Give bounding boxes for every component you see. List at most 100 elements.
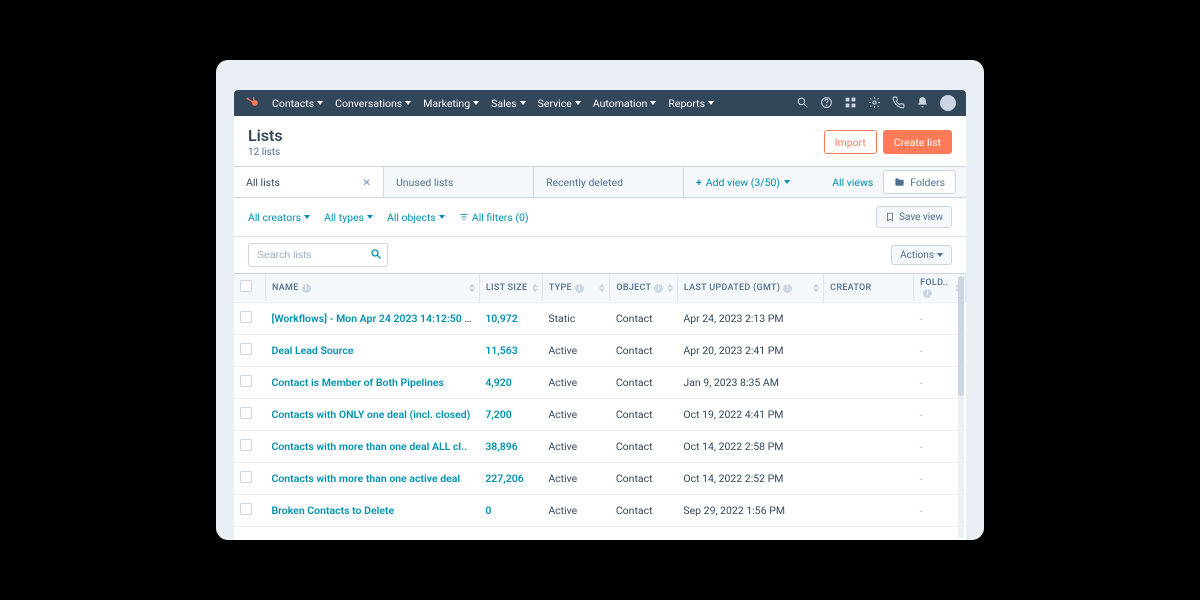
list-creator xyxy=(824,366,914,398)
chevron-down-icon xyxy=(708,101,714,105)
all-views-link[interactable]: All views xyxy=(832,176,873,189)
column-object[interactable]: OBJECTi xyxy=(610,274,678,302)
filter-creators[interactable]: All creators xyxy=(248,211,310,224)
list-creator xyxy=(824,494,914,526)
scrollbar-thumb[interactable] xyxy=(958,276,964,396)
row-checkbox[interactable] xyxy=(240,311,252,323)
info-icon: i xyxy=(923,289,932,298)
row-checkbox[interactable] xyxy=(240,439,252,451)
select-all-checkbox[interactable] xyxy=(240,280,252,292)
settings-icon[interactable] xyxy=(868,96,882,110)
table-row: Contacts with more than one active deal2… xyxy=(234,462,966,494)
tab-unused-lists[interactable]: Unused lists xyxy=(384,167,534,197)
close-icon[interactable]: ✕ xyxy=(350,176,371,189)
nav-reports[interactable]: Reports xyxy=(668,97,714,110)
page-subtitle: 12 lists xyxy=(248,147,283,158)
search-icon[interactable] xyxy=(370,248,382,260)
nav-service[interactable]: Service xyxy=(538,97,581,110)
list-object: Contact xyxy=(610,462,678,494)
chevron-down-icon xyxy=(405,101,411,105)
sort-icon xyxy=(599,283,605,292)
phone-icon[interactable] xyxy=(892,96,906,110)
page-title: Lists xyxy=(248,126,283,145)
row-checkbox[interactable] xyxy=(240,503,252,515)
filters-row: All creators All types All objects All f… xyxy=(234,198,966,237)
notification-bell-icon[interactable] xyxy=(916,96,930,110)
tab-label: All lists xyxy=(246,176,280,189)
list-size: 38,896 xyxy=(479,430,542,462)
table-row: Contact is Member of Both Pipelines4,920… xyxy=(234,366,966,398)
list-type: Active xyxy=(542,462,610,494)
help-icon[interactable] xyxy=(820,96,834,110)
table-row: [Workflows] - Mon Apr 24 2023 14:12:50 G… xyxy=(234,302,966,334)
import-button[interactable]: Import xyxy=(824,130,877,154)
column-updated[interactable]: LAST UPDATED (GMT)i xyxy=(677,274,823,302)
tab-label: Recently deleted xyxy=(546,176,623,189)
folders-label: Folders xyxy=(910,176,945,189)
chevron-down-icon xyxy=(784,180,790,184)
info-icon: i xyxy=(302,284,311,293)
marketplace-icon[interactable] xyxy=(844,96,858,110)
info-icon: i xyxy=(575,284,584,293)
filter-types[interactable]: All types xyxy=(324,211,373,224)
chevron-down-icon xyxy=(367,215,373,219)
list-size: 0 xyxy=(479,494,542,526)
nav-conversations[interactable]: Conversations xyxy=(335,97,411,110)
column-name[interactable]: NAMEi xyxy=(266,274,480,302)
list-type: Active xyxy=(542,398,610,430)
list-name-link[interactable]: Contacts with ONLY one deal (incl. close… xyxy=(272,408,471,421)
list-updated: Oct 14, 2022 2:58 PM xyxy=(677,430,823,462)
tab-all-lists[interactable]: All lists ✕ xyxy=(234,167,384,197)
chevron-down-icon xyxy=(473,101,479,105)
column-creator[interactable]: CREATOR xyxy=(824,274,914,302)
search-input[interactable] xyxy=(248,243,388,267)
column-type[interactable]: TYPEi xyxy=(542,274,610,302)
list-size: 11,563 xyxy=(479,334,542,366)
filter-all-filters[interactable]: All filters (0) xyxy=(459,211,529,224)
list-type: Active xyxy=(542,430,610,462)
row-checkbox[interactable] xyxy=(240,471,252,483)
bookmark-icon xyxy=(885,212,895,222)
list-object: Contact xyxy=(610,366,678,398)
list-name-link[interactable]: Contact is Member of Both Pipelines xyxy=(272,376,444,389)
chevron-down-icon xyxy=(520,101,526,105)
tab-recently-deleted[interactable]: Recently deleted xyxy=(534,167,684,197)
row-checkbox[interactable] xyxy=(240,343,252,355)
save-view-button[interactable]: Save view xyxy=(876,206,952,228)
scrollbar[interactable] xyxy=(958,276,964,538)
actions-dropdown[interactable]: Actions xyxy=(891,245,952,265)
row-checkbox[interactable] xyxy=(240,375,252,387)
list-name-link[interactable]: Broken Contacts to Delete xyxy=(272,504,395,517)
list-creator xyxy=(824,334,914,366)
list-type: Static xyxy=(542,302,610,334)
list-creator xyxy=(824,302,914,334)
search-icon[interactable] xyxy=(796,96,810,110)
chevron-down-icon xyxy=(575,101,581,105)
create-list-button[interactable]: Create list xyxy=(883,130,952,154)
list-size: 10,972 xyxy=(479,302,542,334)
nav-marketing[interactable]: Marketing xyxy=(423,97,479,110)
sort-icon xyxy=(532,283,538,292)
column-size[interactable]: LIST SIZE xyxy=(479,274,542,302)
filter-objects[interactable]: All objects xyxy=(387,211,445,224)
nav-sales[interactable]: Sales xyxy=(491,97,526,110)
row-checkbox[interactable] xyxy=(240,407,252,419)
app-window: Contacts Conversations Marketing Sales S… xyxy=(234,90,966,540)
nav-automation[interactable]: Automation xyxy=(593,97,657,110)
list-size: 7,200 xyxy=(479,398,542,430)
table-row: Contacts with more than one deal ALL cl.… xyxy=(234,430,966,462)
list-name-link[interactable]: Contacts with more than one active deal xyxy=(272,472,461,485)
folders-button[interactable]: Folders xyxy=(883,170,956,194)
list-name-link[interactable]: Deal Lead Source xyxy=(272,344,354,357)
column-checkbox xyxy=(234,274,266,302)
list-updated: Oct 19, 2022 4:41 PM xyxy=(677,398,823,430)
nav-contacts[interactable]: Contacts xyxy=(272,97,323,110)
chevron-down-icon xyxy=(650,101,656,105)
user-avatar[interactable] xyxy=(940,95,956,111)
add-view-button[interactable]: + Add view (3/50) xyxy=(684,167,802,197)
list-updated: Apr 24, 2023 2:13 PM xyxy=(677,302,823,334)
list-updated: Oct 14, 2022 2:52 PM xyxy=(677,462,823,494)
list-name-link[interactable]: Contacts with more than one deal ALL cl.… xyxy=(272,440,468,453)
list-name-link[interactable]: [Workflows] - Mon Apr 24 2023 14:12:50 G… xyxy=(272,312,480,325)
page-header: Lists 12 lists Import Create list xyxy=(234,116,966,166)
